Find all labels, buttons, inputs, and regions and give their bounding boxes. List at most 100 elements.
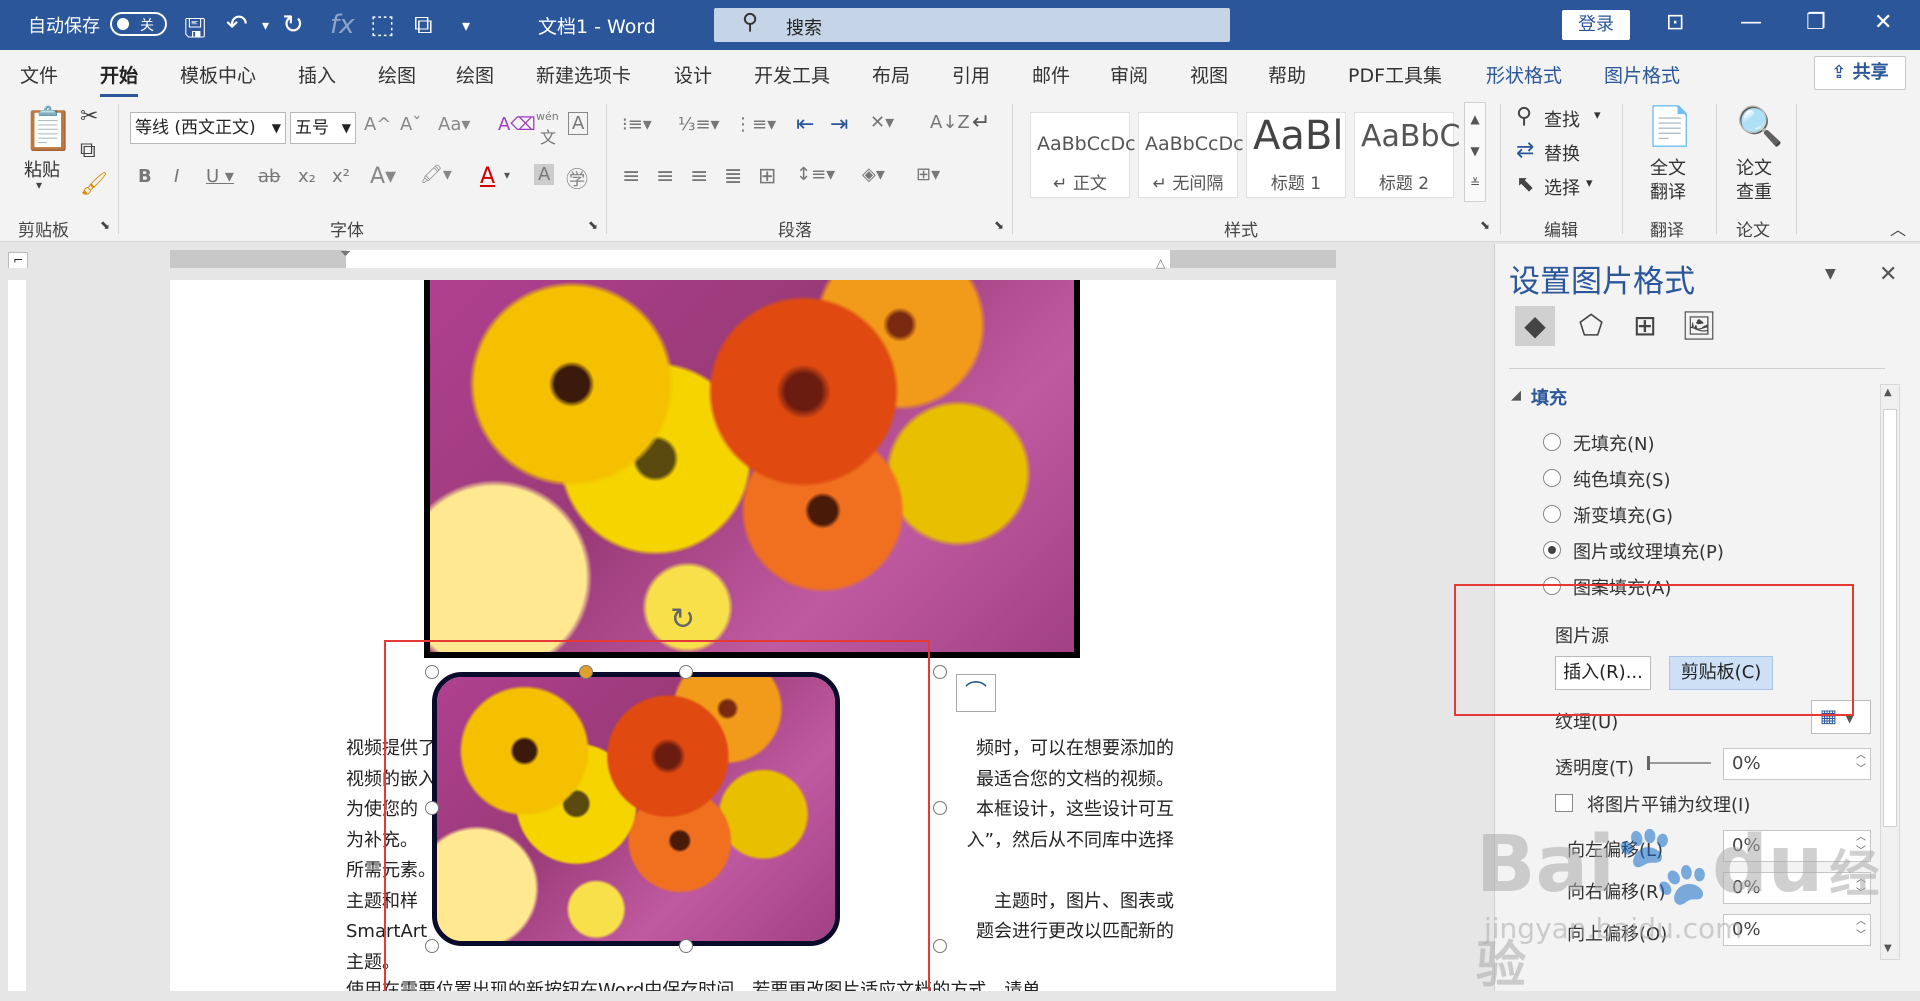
tab-layout[interactable]: 布局 bbox=[872, 61, 910, 88]
tab-home[interactable]: 开始 bbox=[100, 61, 139, 97]
style-heading-2[interactable]: AaBbC 标题 2 bbox=[1354, 112, 1460, 198]
font-size-combo[interactable]: 五号 ▼ bbox=[290, 112, 356, 144]
phonetic-guide-label[interactable]: wén bbox=[536, 110, 559, 123]
search-box[interactable]: ⚲ 搜索 bbox=[714, 8, 1230, 42]
minimize-icon[interactable]: — bbox=[1740, 10, 1762, 35]
text-effects-icon[interactable]: A▾ bbox=[370, 164, 396, 189]
distributed-icon[interactable]: ⊞ bbox=[758, 164, 776, 189]
scroll-up-icon[interactable]: ▲ bbox=[1884, 387, 1892, 398]
style-normal[interactable]: AaBbCcDc ↵ 正文 bbox=[1030, 112, 1136, 198]
align-left-icon[interactable]: ≡ bbox=[622, 164, 640, 189]
pane-options-icon[interactable]: ▼ bbox=[1825, 266, 1836, 282]
font-name-combo[interactable]: 等线 (西文正文) ▼ bbox=[130, 112, 286, 144]
document-page[interactable]: 视频提供了 视频的嵌入 为使您的 为补充。 所需元素。 主题和样 SmartAr… bbox=[170, 280, 1336, 991]
radio-gradient-fill[interactable] bbox=[1543, 505, 1561, 523]
redo-icon[interactable]: ↻ bbox=[282, 10, 304, 40]
tab-shape-format[interactable]: 形状格式 bbox=[1486, 61, 1562, 88]
character-shading-icon[interactable]: A bbox=[534, 164, 555, 185]
bold-icon[interactable]: B bbox=[138, 166, 152, 187]
find-icon[interactable]: ⚲ bbox=[1516, 104, 1532, 129]
chevron-up-icon[interactable]: ▲ bbox=[1465, 103, 1485, 135]
transparency-slider-thumb[interactable] bbox=[1647, 756, 1650, 770]
collapse-section-icon[interactable]: ◢ bbox=[1511, 388, 1521, 403]
show-marks-icon[interactable]: ↵ bbox=[972, 110, 990, 135]
tab-insert[interactable]: 插入 bbox=[298, 61, 336, 88]
find-label[interactable]: 查找 bbox=[1544, 106, 1580, 132]
rotate-handle-icon[interactable]: ↻ bbox=[670, 602, 695, 637]
select-dropdown-icon[interactable]: ▾ bbox=[1586, 176, 1593, 191]
tab-help[interactable]: 帮助 bbox=[1268, 61, 1306, 88]
tile-checkbox[interactable] bbox=[1555, 794, 1573, 812]
bullets-icon[interactable]: ⁝≡▾ bbox=[622, 114, 652, 135]
paper-check-label-2[interactable]: 查重 bbox=[1736, 178, 1772, 204]
pane-close-icon[interactable]: ✕ bbox=[1879, 262, 1897, 287]
tab-review[interactable]: 审阅 bbox=[1110, 61, 1148, 88]
borders-icon[interactable]: ⊞▾ bbox=[916, 164, 940, 185]
select-objects-icon[interactable]: ⬚ bbox=[370, 10, 395, 40]
translate-icon[interactable]: 📄 bbox=[1646, 104, 1693, 149]
horizontal-ruler[interactable]: ⏷ △ bbox=[170, 246, 1336, 270]
undo-icon[interactable]: ↶ bbox=[226, 10, 248, 40]
transparency-spinner[interactable]: 0% ︿ ﹀ bbox=[1723, 748, 1871, 780]
line-spacing-icon[interactable]: ↕≡▾ bbox=[796, 164, 835, 185]
enclose-characters-icon[interactable]: ㊫ bbox=[566, 162, 588, 194]
tab-draw-1[interactable]: 绘图 bbox=[378, 61, 416, 88]
function-icon[interactable]: fx bbox=[330, 10, 355, 40]
indent-marker-icon[interactable]: ⏷ bbox=[340, 246, 351, 262]
font-color-dropdown-icon[interactable]: ▾ bbox=[504, 168, 510, 182]
picture-icon[interactable]: 🖼 bbox=[1679, 306, 1719, 346]
justify-icon[interactable]: ≣ bbox=[724, 164, 742, 189]
style-heading-1[interactable]: AaBl 标题 1 bbox=[1246, 112, 1346, 198]
shrink-font-icon[interactable]: Aˇ bbox=[400, 114, 421, 135]
org-chart-icon[interactable]: ⧉ bbox=[414, 10, 433, 41]
paper-check-icon[interactable]: 🔍 bbox=[1736, 104, 1783, 149]
select-icon[interactable]: ⬉ bbox=[1516, 172, 1534, 197]
chevron-down-icon[interactable]: ▼ bbox=[1465, 135, 1485, 167]
effects-icon[interactable]: ⬠ bbox=[1571, 306, 1611, 346]
customize-qat-icon[interactable]: ▾ bbox=[462, 16, 470, 35]
translate-label-2[interactable]: 翻译 bbox=[1650, 178, 1686, 204]
phonetic-guide-char[interactable]: 文 bbox=[540, 124, 556, 148]
restore-icon[interactable]: ❐ bbox=[1806, 10, 1826, 35]
tile-label[interactable]: 将图片平铺为纹理(I) bbox=[1587, 791, 1750, 817]
tab-file[interactable]: 文件 bbox=[20, 61, 58, 88]
spinner-arrows-icon[interactable]: ︿ ﹀ bbox=[1856, 749, 1866, 777]
layout-options-icon[interactable]: ⌒ bbox=[956, 674, 996, 712]
align-center-icon[interactable]: ≡ bbox=[656, 164, 674, 189]
paragraph-launcher-icon[interactable]: ⬊ bbox=[994, 218, 1004, 232]
more-styles-icon[interactable]: ≚ bbox=[1465, 167, 1485, 199]
style-no-spacing[interactable]: AaBbCcDc ↵ 无间隔 bbox=[1138, 112, 1244, 198]
tab-mailings[interactable]: 邮件 bbox=[1032, 61, 1070, 88]
vertical-ruler[interactable] bbox=[0, 268, 32, 991]
no-fill-label[interactable]: 无填充(N) bbox=[1573, 430, 1655, 456]
find-dropdown-icon[interactable]: ▾ bbox=[1594, 108, 1601, 123]
right-indent-marker-icon[interactable]: △ bbox=[1156, 256, 1165, 270]
tab-view[interactable]: 视图 bbox=[1190, 61, 1228, 88]
align-right-icon[interactable]: ≡ bbox=[690, 164, 708, 189]
radio-solid-fill[interactable] bbox=[1543, 469, 1561, 487]
tab-template-center[interactable]: 模板中心 bbox=[180, 61, 256, 88]
tab-design[interactable]: 设计 bbox=[674, 61, 712, 88]
decrease-indent-icon[interactable]: ⇤ bbox=[796, 112, 814, 137]
tab-picture-format[interactable]: 图片格式 bbox=[1604, 61, 1680, 88]
picture-fill-label[interactable]: 图片或纹理填充(P) bbox=[1573, 538, 1724, 564]
save-icon[interactable]: 🖫 bbox=[184, 10, 206, 54]
highlight-color-icon[interactable]: 🖍▾ bbox=[420, 164, 452, 185]
gradient-fill-label[interactable]: 渐变填充(G) bbox=[1573, 502, 1673, 528]
solid-fill-label[interactable]: 纯色填充(S) bbox=[1573, 466, 1670, 492]
share-button[interactable]: ⇪ 共享 bbox=[1814, 56, 1906, 90]
font-color-icon[interactable]: A bbox=[480, 164, 495, 189]
styles-launcher-icon[interactable]: ⬊ bbox=[1480, 218, 1490, 232]
superscript-icon[interactable]: x² bbox=[332, 166, 350, 187]
clipboard-launcher-icon[interactable]: ⬊ bbox=[100, 218, 110, 232]
fill-line-icon[interactable]: ◆ bbox=[1515, 306, 1555, 346]
resize-handle[interactable] bbox=[933, 801, 947, 815]
sort-icon[interactable]: A↓Z bbox=[930, 112, 970, 133]
increase-indent-icon[interactable]: ⇥ bbox=[830, 112, 848, 137]
numbering-icon[interactable]: ⅓≡▾ bbox=[678, 114, 720, 135]
replace-label[interactable]: 替换 bbox=[1544, 140, 1580, 166]
ribbon-display-options-icon[interactable]: ⊡ bbox=[1666, 10, 1684, 35]
tab-pdf-tools[interactable]: PDF工具集 bbox=[1348, 61, 1442, 88]
transparency-slider[interactable] bbox=[1649, 762, 1711, 764]
copy-icon[interactable]: ⧉ bbox=[80, 138, 96, 163]
